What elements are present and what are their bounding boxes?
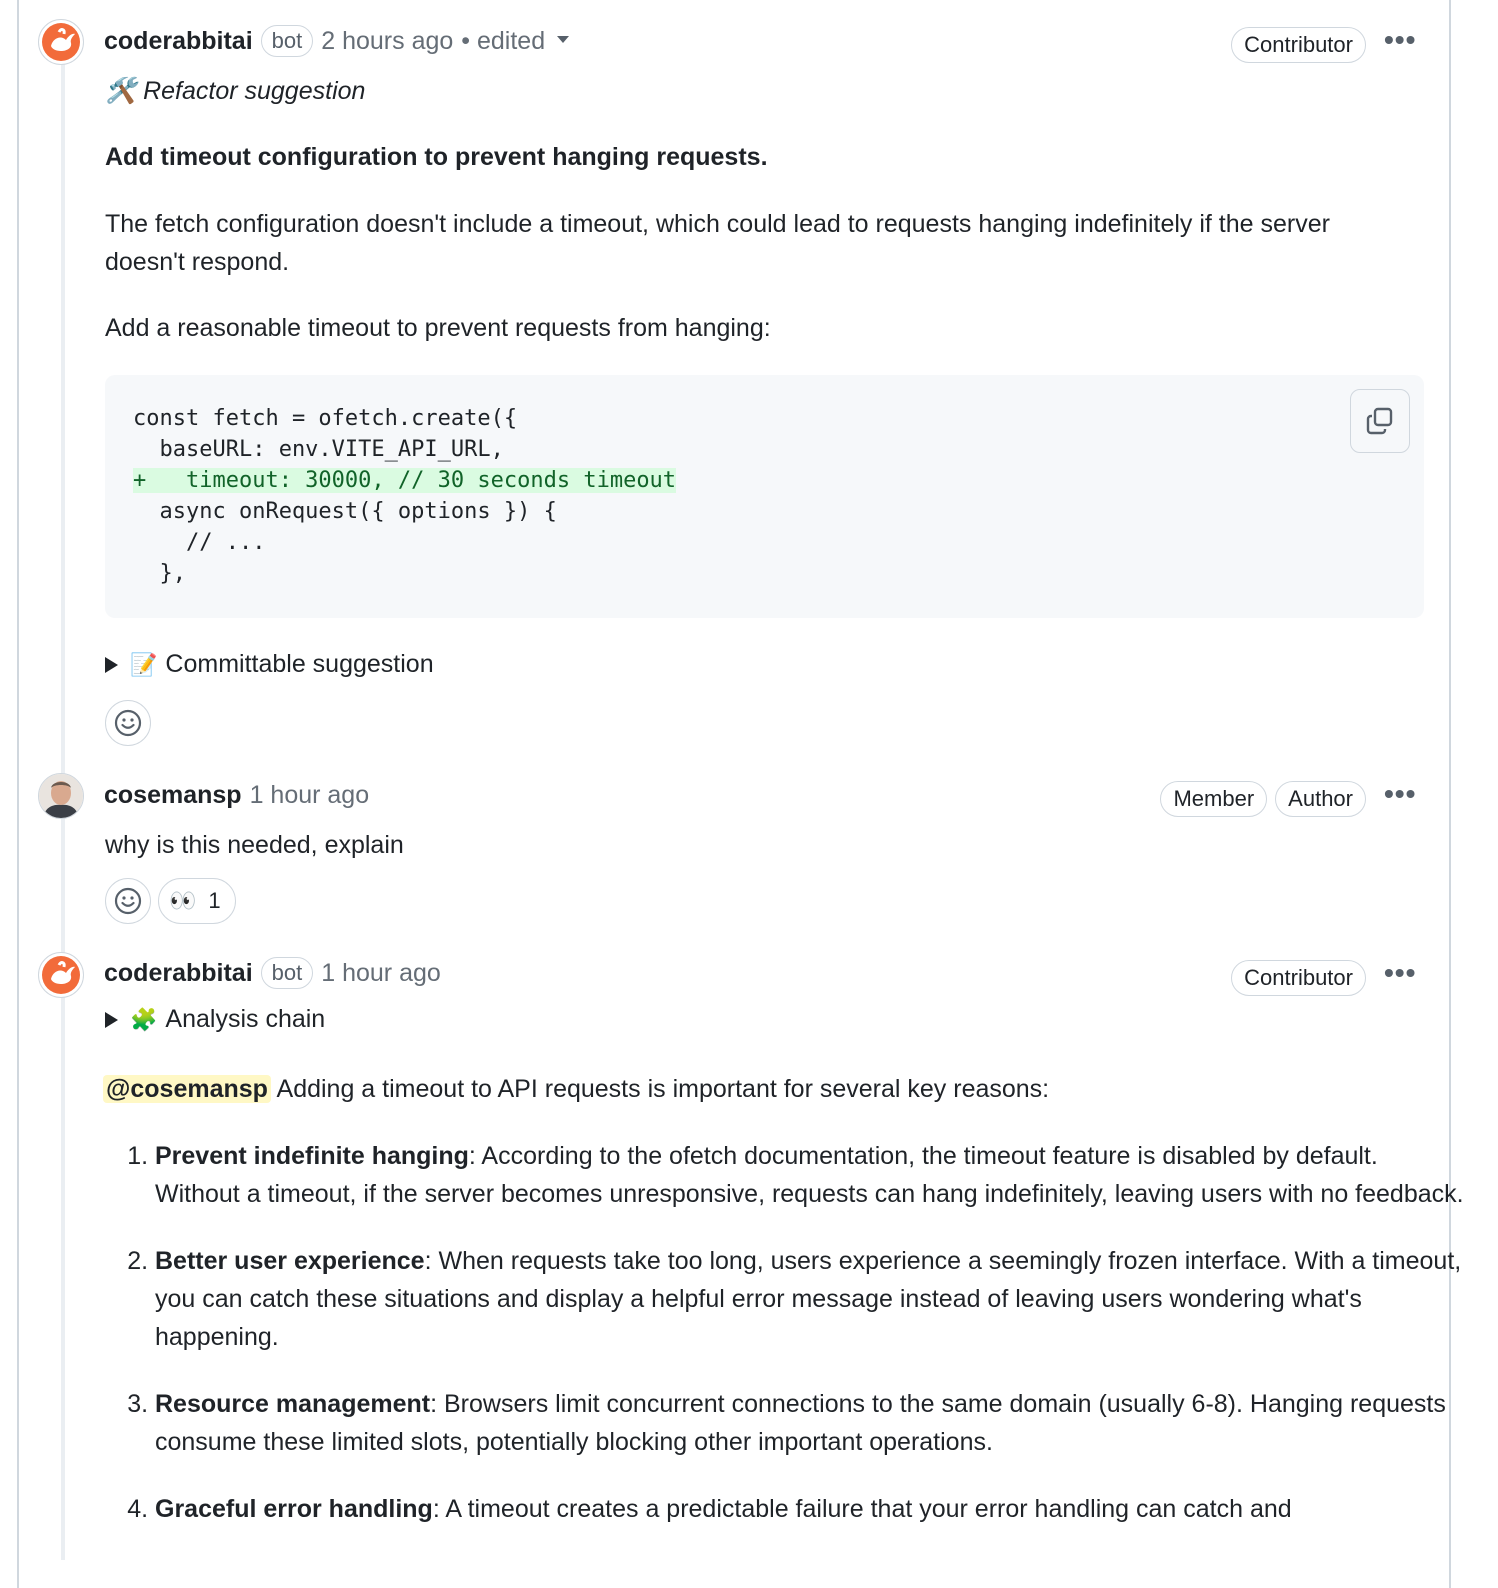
edited-menu[interactable]: • edited	[461, 27, 545, 56]
summary-label: Analysis chain	[165, 1005, 326, 1033]
refactor-tag: 🛠️ Refactor suggestion	[105, 77, 366, 105]
smiley-icon	[114, 887, 142, 915]
contributor-badge: Contributor	[1231, 27, 1366, 63]
list-item: Resource management: Browsers limit conc…	[155, 1385, 1465, 1461]
comment-header: coderabbitai bot 2 hours ago • edited	[104, 21, 570, 61]
smiley-icon	[114, 709, 142, 737]
code-line: },	[133, 561, 186, 586]
bot-badge: bot	[260, 957, 314, 989]
suggestion-paragraph-2: Add a reasonable timeout to prevent requ…	[105, 314, 771, 342]
author-name[interactable]: coderabbitai	[104, 959, 253, 988]
reason-title: Resource management	[155, 1390, 431, 1418]
suggestion-heading: Add timeout configuration to prevent han…	[105, 143, 768, 171]
avatar-coderabbitai[interactable]	[38, 19, 84, 65]
copy-button[interactable]	[1350, 389, 1410, 453]
more-options-button[interactable]: •••	[1384, 778, 1416, 810]
member-badge: Member	[1160, 781, 1268, 817]
intro-text: Adding a timeout to API requests is impo…	[270, 1075, 1050, 1103]
timestamp[interactable]: 1 hour ago	[321, 959, 441, 988]
code-line: const fetch = ofetch.create({	[133, 406, 518, 431]
add-reaction-button[interactable]	[105, 878, 151, 924]
contributor-badge: Contributor	[1231, 960, 1366, 996]
comment-header: cosemansp 1 hour ago	[104, 775, 369, 815]
timestamp[interactable]: 2 hours ago	[321, 27, 453, 56]
code-block: const fetch = ofetch.create({ baseURL: e…	[105, 375, 1424, 618]
code-line: baseURL: env.VITE_API_URL,	[133, 437, 504, 462]
reasons-list: Prevent indefinite hanging: According to…	[105, 1137, 1465, 1557]
more-options-button[interactable]: •••	[1384, 24, 1416, 56]
avatar-coderabbitai[interactable]	[38, 952, 84, 998]
committable-suggestion-toggle[interactable]: 📝 Committable suggestion	[105, 650, 434, 679]
chevron-down-icon[interactable]	[557, 35, 570, 43]
summary-label: Committable suggestion	[165, 650, 434, 678]
mention-link[interactable]: @cosemansp	[103, 1075, 271, 1103]
code-line: async onRequest({ options }) {	[133, 499, 557, 524]
author-badge: Author	[1275, 781, 1366, 817]
reason-title: Better user experience	[155, 1247, 425, 1275]
role-badges: Contributor	[1231, 960, 1366, 996]
reply-intro: @cosemansp Adding a timeout to API reque…	[103, 1070, 1049, 1108]
comment-body: why is this needed, explain	[105, 831, 404, 859]
copy-icon	[1366, 407, 1393, 435]
timestamp[interactable]: 1 hour ago	[250, 781, 370, 810]
list-item: Graceful error handling: A timeout creat…	[155, 1490, 1465, 1528]
avatar-cosemansp[interactable]	[38, 773, 84, 819]
more-options-button[interactable]: •••	[1384, 957, 1416, 989]
analysis-chain-toggle[interactable]: 🧩 Analysis chain	[105, 1005, 325, 1034]
memo-icon: 📝	[130, 651, 158, 677]
user-avatar-icon	[39, 774, 83, 818]
bot-badge: bot	[260, 25, 314, 57]
code-content: const fetch = ofetch.create({ baseURL: e…	[133, 403, 677, 589]
author-name[interactable]: coderabbitai	[104, 27, 253, 56]
comment-header: coderabbitai bot 1 hour ago	[104, 953, 441, 993]
reaction-count: 1	[208, 888, 221, 913]
author-name[interactable]: cosemansp	[104, 781, 242, 810]
reason-title: Prevent indefinite hanging	[155, 1142, 469, 1170]
list-item: Prevent indefinite hanging: According to…	[155, 1137, 1465, 1213]
code-line-added: + timeout: 30000, // 30 seconds timeout	[133, 468, 677, 493]
role-badges: Member Author	[1160, 781, 1366, 817]
role-badges: Contributor	[1231, 27, 1366, 63]
triangle-right-icon	[105, 656, 118, 673]
reason-text: : A timeout creates a predictable failur…	[432, 1495, 1292, 1523]
rabbit-logo-icon	[42, 23, 80, 61]
suggestion-paragraph: The fetch configuration doesn't include …	[105, 210, 1330, 276]
rabbit-logo-icon	[42, 956, 80, 994]
triangle-right-icon	[105, 1011, 118, 1028]
code-line: // ...	[133, 530, 266, 555]
eyes-reaction-button[interactable]: 👀 1	[158, 878, 236, 924]
reason-title: Graceful error handling	[155, 1495, 433, 1523]
puzzle-icon: 🧩	[130, 1006, 158, 1032]
add-reaction-button[interactable]	[105, 700, 151, 746]
eyes-icon: 👀	[169, 888, 197, 913]
list-item: Better user experience: When requests ta…	[155, 1242, 1465, 1356]
